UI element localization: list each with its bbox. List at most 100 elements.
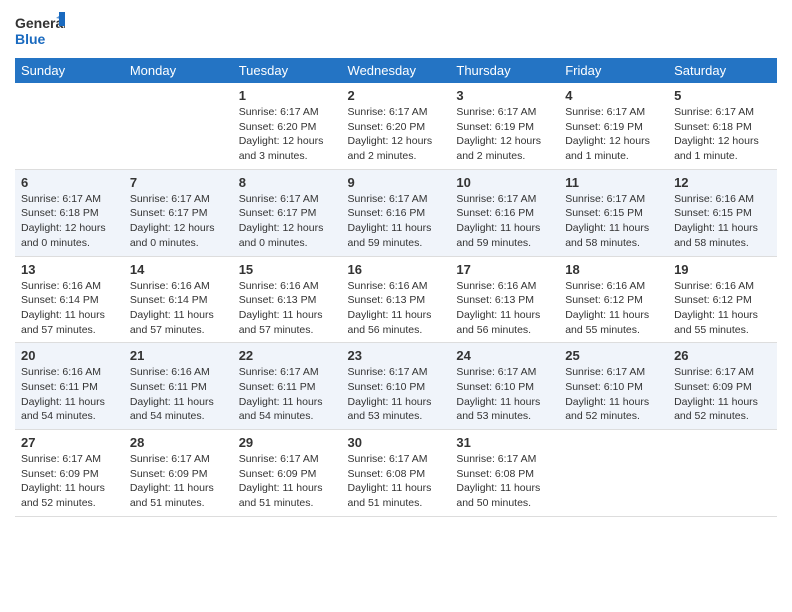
calendar-cell: 7 Sunrise: 6:17 AM Sunset: 6:17 PM Daylig…: [124, 169, 233, 256]
weekday-header: Sunday: [15, 58, 124, 83]
day-number: 8: [239, 175, 336, 190]
day-number: 16: [348, 262, 445, 277]
day-number: 6: [21, 175, 118, 190]
logo: General Blue: [15, 10, 65, 50]
day-detail: Sunrise: 6:17 AM Sunset: 6:09 PM Dayligh…: [21, 452, 118, 511]
day-detail: Sunrise: 6:17 AM Sunset: 6:16 PM Dayligh…: [348, 192, 445, 251]
day-detail: Sunrise: 6:17 AM Sunset: 6:18 PM Dayligh…: [674, 105, 771, 164]
day-detail: Sunrise: 6:16 AM Sunset: 6:11 PM Dayligh…: [130, 365, 227, 424]
day-detail: Sunrise: 6:17 AM Sunset: 6:09 PM Dayligh…: [130, 452, 227, 511]
day-detail: Sunrise: 6:17 AM Sunset: 6:19 PM Dayligh…: [565, 105, 662, 164]
day-detail: Sunrise: 6:17 AM Sunset: 6:20 PM Dayligh…: [348, 105, 445, 164]
calendar-cell: 11 Sunrise: 6:17 AM Sunset: 6:15 PM Dayli…: [559, 169, 668, 256]
day-number: 29: [239, 435, 336, 450]
day-number: 10: [456, 175, 553, 190]
calendar-cell: 21 Sunrise: 6:16 AM Sunset: 6:11 PM Dayli…: [124, 343, 233, 430]
calendar-cell: 12Sunrise: 6:16 AM Sunset: 6:15 PM Dayli…: [668, 169, 777, 256]
calendar-cell: 5Sunrise: 6:17 AM Sunset: 6:18 PM Daylig…: [668, 83, 777, 169]
weekday-header-row: SundayMondayTuesdayWednesdayThursdayFrid…: [15, 58, 777, 83]
calendar-cell: 9 Sunrise: 6:17 AM Sunset: 6:16 PM Daylig…: [342, 169, 451, 256]
calendar-cell: 23 Sunrise: 6:17 AM Sunset: 6:10 PM Dayli…: [342, 343, 451, 430]
calendar-cell: 17 Sunrise: 6:16 AM Sunset: 6:13 PM Dayli…: [450, 256, 559, 343]
weekday-header: Tuesday: [233, 58, 342, 83]
calendar-cell: 13 Sunrise: 6:16 AM Sunset: 6:14 PM Dayli…: [15, 256, 124, 343]
calendar-cell: 1 Sunrise: 6:17 AM Sunset: 6:20 PM Daylig…: [233, 83, 342, 169]
day-detail: Sunrise: 6:17 AM Sunset: 6:15 PM Dayligh…: [565, 192, 662, 251]
calendar-week-row: 1 Sunrise: 6:17 AM Sunset: 6:20 PM Daylig…: [15, 83, 777, 169]
day-detail: Sunrise: 6:16 AM Sunset: 6:13 PM Dayligh…: [348, 279, 445, 338]
day-detail: Sunrise: 6:17 AM Sunset: 6:10 PM Dayligh…: [456, 365, 553, 424]
day-number: 26: [674, 348, 771, 363]
calendar-cell: [668, 430, 777, 517]
calendar-cell: 16 Sunrise: 6:16 AM Sunset: 6:13 PM Dayli…: [342, 256, 451, 343]
day-number: 12: [674, 175, 771, 190]
weekday-header: Monday: [124, 58, 233, 83]
day-detail: Sunrise: 6:17 AM Sunset: 6:18 PM Dayligh…: [21, 192, 118, 251]
calendar-week-row: 6 Sunrise: 6:17 AM Sunset: 6:18 PM Daylig…: [15, 169, 777, 256]
day-detail: Sunrise: 6:17 AM Sunset: 6:10 PM Dayligh…: [348, 365, 445, 424]
svg-text:Blue: Blue: [15, 31, 46, 47]
day-number: 24: [456, 348, 553, 363]
day-detail: Sunrise: 6:16 AM Sunset: 6:14 PM Dayligh…: [130, 279, 227, 338]
day-number: 7: [130, 175, 227, 190]
calendar-cell: 2 Sunrise: 6:17 AM Sunset: 6:20 PM Daylig…: [342, 83, 451, 169]
day-detail: Sunrise: 6:16 AM Sunset: 6:12 PM Dayligh…: [674, 279, 771, 338]
day-detail: Sunrise: 6:17 AM Sunset: 6:16 PM Dayligh…: [456, 192, 553, 251]
day-detail: Sunrise: 6:17 AM Sunset: 6:17 PM Dayligh…: [130, 192, 227, 251]
day-detail: Sunrise: 6:17 AM Sunset: 6:20 PM Dayligh…: [239, 105, 336, 164]
calendar-cell: [124, 83, 233, 169]
calendar-cell: 3Sunrise: 6:17 AM Sunset: 6:19 PM Daylig…: [450, 83, 559, 169]
calendar-cell: 20 Sunrise: 6:16 AM Sunset: 6:11 PM Dayli…: [15, 343, 124, 430]
day-number: 21: [130, 348, 227, 363]
calendar-cell: 22Sunrise: 6:17 AM Sunset: 6:11 PM Dayli…: [233, 343, 342, 430]
day-detail: Sunrise: 6:17 AM Sunset: 6:11 PM Dayligh…: [239, 365, 336, 424]
day-number: 28: [130, 435, 227, 450]
calendar-cell: 25Sunrise: 6:17 AM Sunset: 6:10 PM Dayli…: [559, 343, 668, 430]
calendar-cell: 28 Sunrise: 6:17 AM Sunset: 6:09 PM Dayli…: [124, 430, 233, 517]
calendar-table: SundayMondayTuesdayWednesdayThursdayFrid…: [15, 58, 777, 517]
calendar-cell: 29 Sunrise: 6:17 AM Sunset: 6:09 PM Dayli…: [233, 430, 342, 517]
day-number: 2: [348, 88, 445, 103]
day-number: 23: [348, 348, 445, 363]
day-number: 25: [565, 348, 662, 363]
day-number: 15: [239, 262, 336, 277]
calendar-week-row: 27 Sunrise: 6:17 AM Sunset: 6:09 PM Dayli…: [15, 430, 777, 517]
day-detail: Sunrise: 6:16 AM Sunset: 6:13 PM Dayligh…: [239, 279, 336, 338]
day-number: 18: [565, 262, 662, 277]
day-detail: Sunrise: 6:17 AM Sunset: 6:09 PM Dayligh…: [674, 365, 771, 424]
calendar-cell: [559, 430, 668, 517]
calendar-cell: 14 Sunrise: 6:16 AM Sunset: 6:14 PM Dayli…: [124, 256, 233, 343]
calendar-cell: 18 Sunrise: 6:16 AM Sunset: 6:12 PM Dayli…: [559, 256, 668, 343]
calendar-cell: 10 Sunrise: 6:17 AM Sunset: 6:16 PM Dayli…: [450, 169, 559, 256]
calendar-week-row: 13 Sunrise: 6:16 AM Sunset: 6:14 PM Dayli…: [15, 256, 777, 343]
day-number: 9: [348, 175, 445, 190]
day-number: 19: [674, 262, 771, 277]
calendar-cell: 6 Sunrise: 6:17 AM Sunset: 6:18 PM Daylig…: [15, 169, 124, 256]
calendar-cell: 24 Sunrise: 6:17 AM Sunset: 6:10 PM Dayli…: [450, 343, 559, 430]
day-number: 13: [21, 262, 118, 277]
day-detail: Sunrise: 6:16 AM Sunset: 6:14 PM Dayligh…: [21, 279, 118, 338]
day-number: 27: [21, 435, 118, 450]
day-detail: Sunrise: 6:16 AM Sunset: 6:11 PM Dayligh…: [21, 365, 118, 424]
calendar-cell: [15, 83, 124, 169]
day-number: 31: [456, 435, 553, 450]
calendar-cell: 19 Sunrise: 6:16 AM Sunset: 6:12 PM Dayli…: [668, 256, 777, 343]
page-header: General Blue: [15, 10, 777, 50]
day-number: 17: [456, 262, 553, 277]
weekday-header: Wednesday: [342, 58, 451, 83]
calendar-cell: 27 Sunrise: 6:17 AM Sunset: 6:09 PM Dayli…: [15, 430, 124, 517]
day-detail: Sunrise: 6:17 AM Sunset: 6:19 PM Dayligh…: [456, 105, 553, 164]
day-detail: Sunrise: 6:17 AM Sunset: 6:09 PM Dayligh…: [239, 452, 336, 511]
calendar-cell: 8Sunrise: 6:17 AM Sunset: 6:17 PM Daylig…: [233, 169, 342, 256]
day-number: 20: [21, 348, 118, 363]
day-number: 1: [239, 88, 336, 103]
day-number: 14: [130, 262, 227, 277]
weekday-header: Thursday: [450, 58, 559, 83]
weekday-header: Friday: [559, 58, 668, 83]
day-detail: Sunrise: 6:16 AM Sunset: 6:13 PM Dayligh…: [456, 279, 553, 338]
calendar-cell: 4Sunrise: 6:17 AM Sunset: 6:19 PM Daylig…: [559, 83, 668, 169]
logo-svg: General Blue: [15, 10, 65, 50]
day-number: 11: [565, 175, 662, 190]
calendar-cell: 30Sunrise: 6:17 AM Sunset: 6:08 PM Dayli…: [342, 430, 451, 517]
day-detail: Sunrise: 6:16 AM Sunset: 6:12 PM Dayligh…: [565, 279, 662, 338]
